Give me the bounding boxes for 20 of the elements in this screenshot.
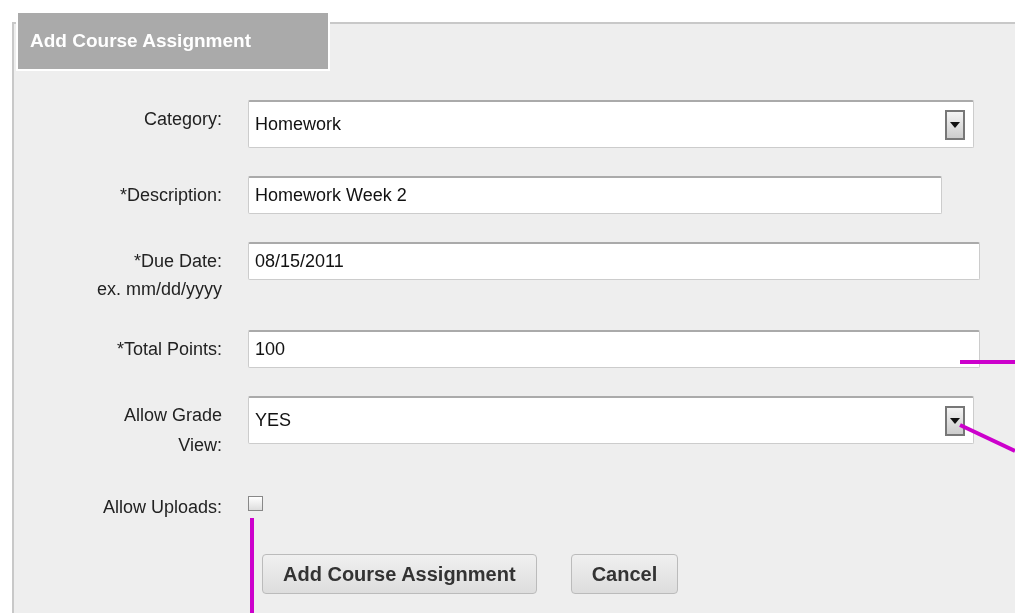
input-field[interactable]: 08/15/2011 [248,242,980,280]
field-label: *Due Date: [133,250,222,273]
field-label: *Description: [119,184,222,207]
dropdown-arrow-icon [950,121,960,128]
add-button[interactable]: Add Course Assignment [262,554,537,594]
field-label: *Total Points: [116,338,222,361]
cancel-button[interactable]: Cancel [570,554,679,594]
field-label: Category: [143,108,222,131]
input-field[interactable]: Homework Week 2 [248,176,942,214]
checkbox[interactable] [248,496,263,511]
dropdown-field[interactable]: Homework [248,100,974,148]
dropdown-field[interactable]: YES [248,396,974,444]
field-hint: ex. mm/dd/yyyy [96,278,222,301]
field-label: Allow Uploads: [102,496,222,519]
input-field[interactable]: 100 [248,330,980,368]
leader-line [960,360,1015,364]
dropdown-arrow-icon [950,417,960,424]
field-label: Allow Grade View: [123,404,222,457]
form-legend: Add Course Assignment [16,11,330,71]
leader-line [959,423,1015,453]
